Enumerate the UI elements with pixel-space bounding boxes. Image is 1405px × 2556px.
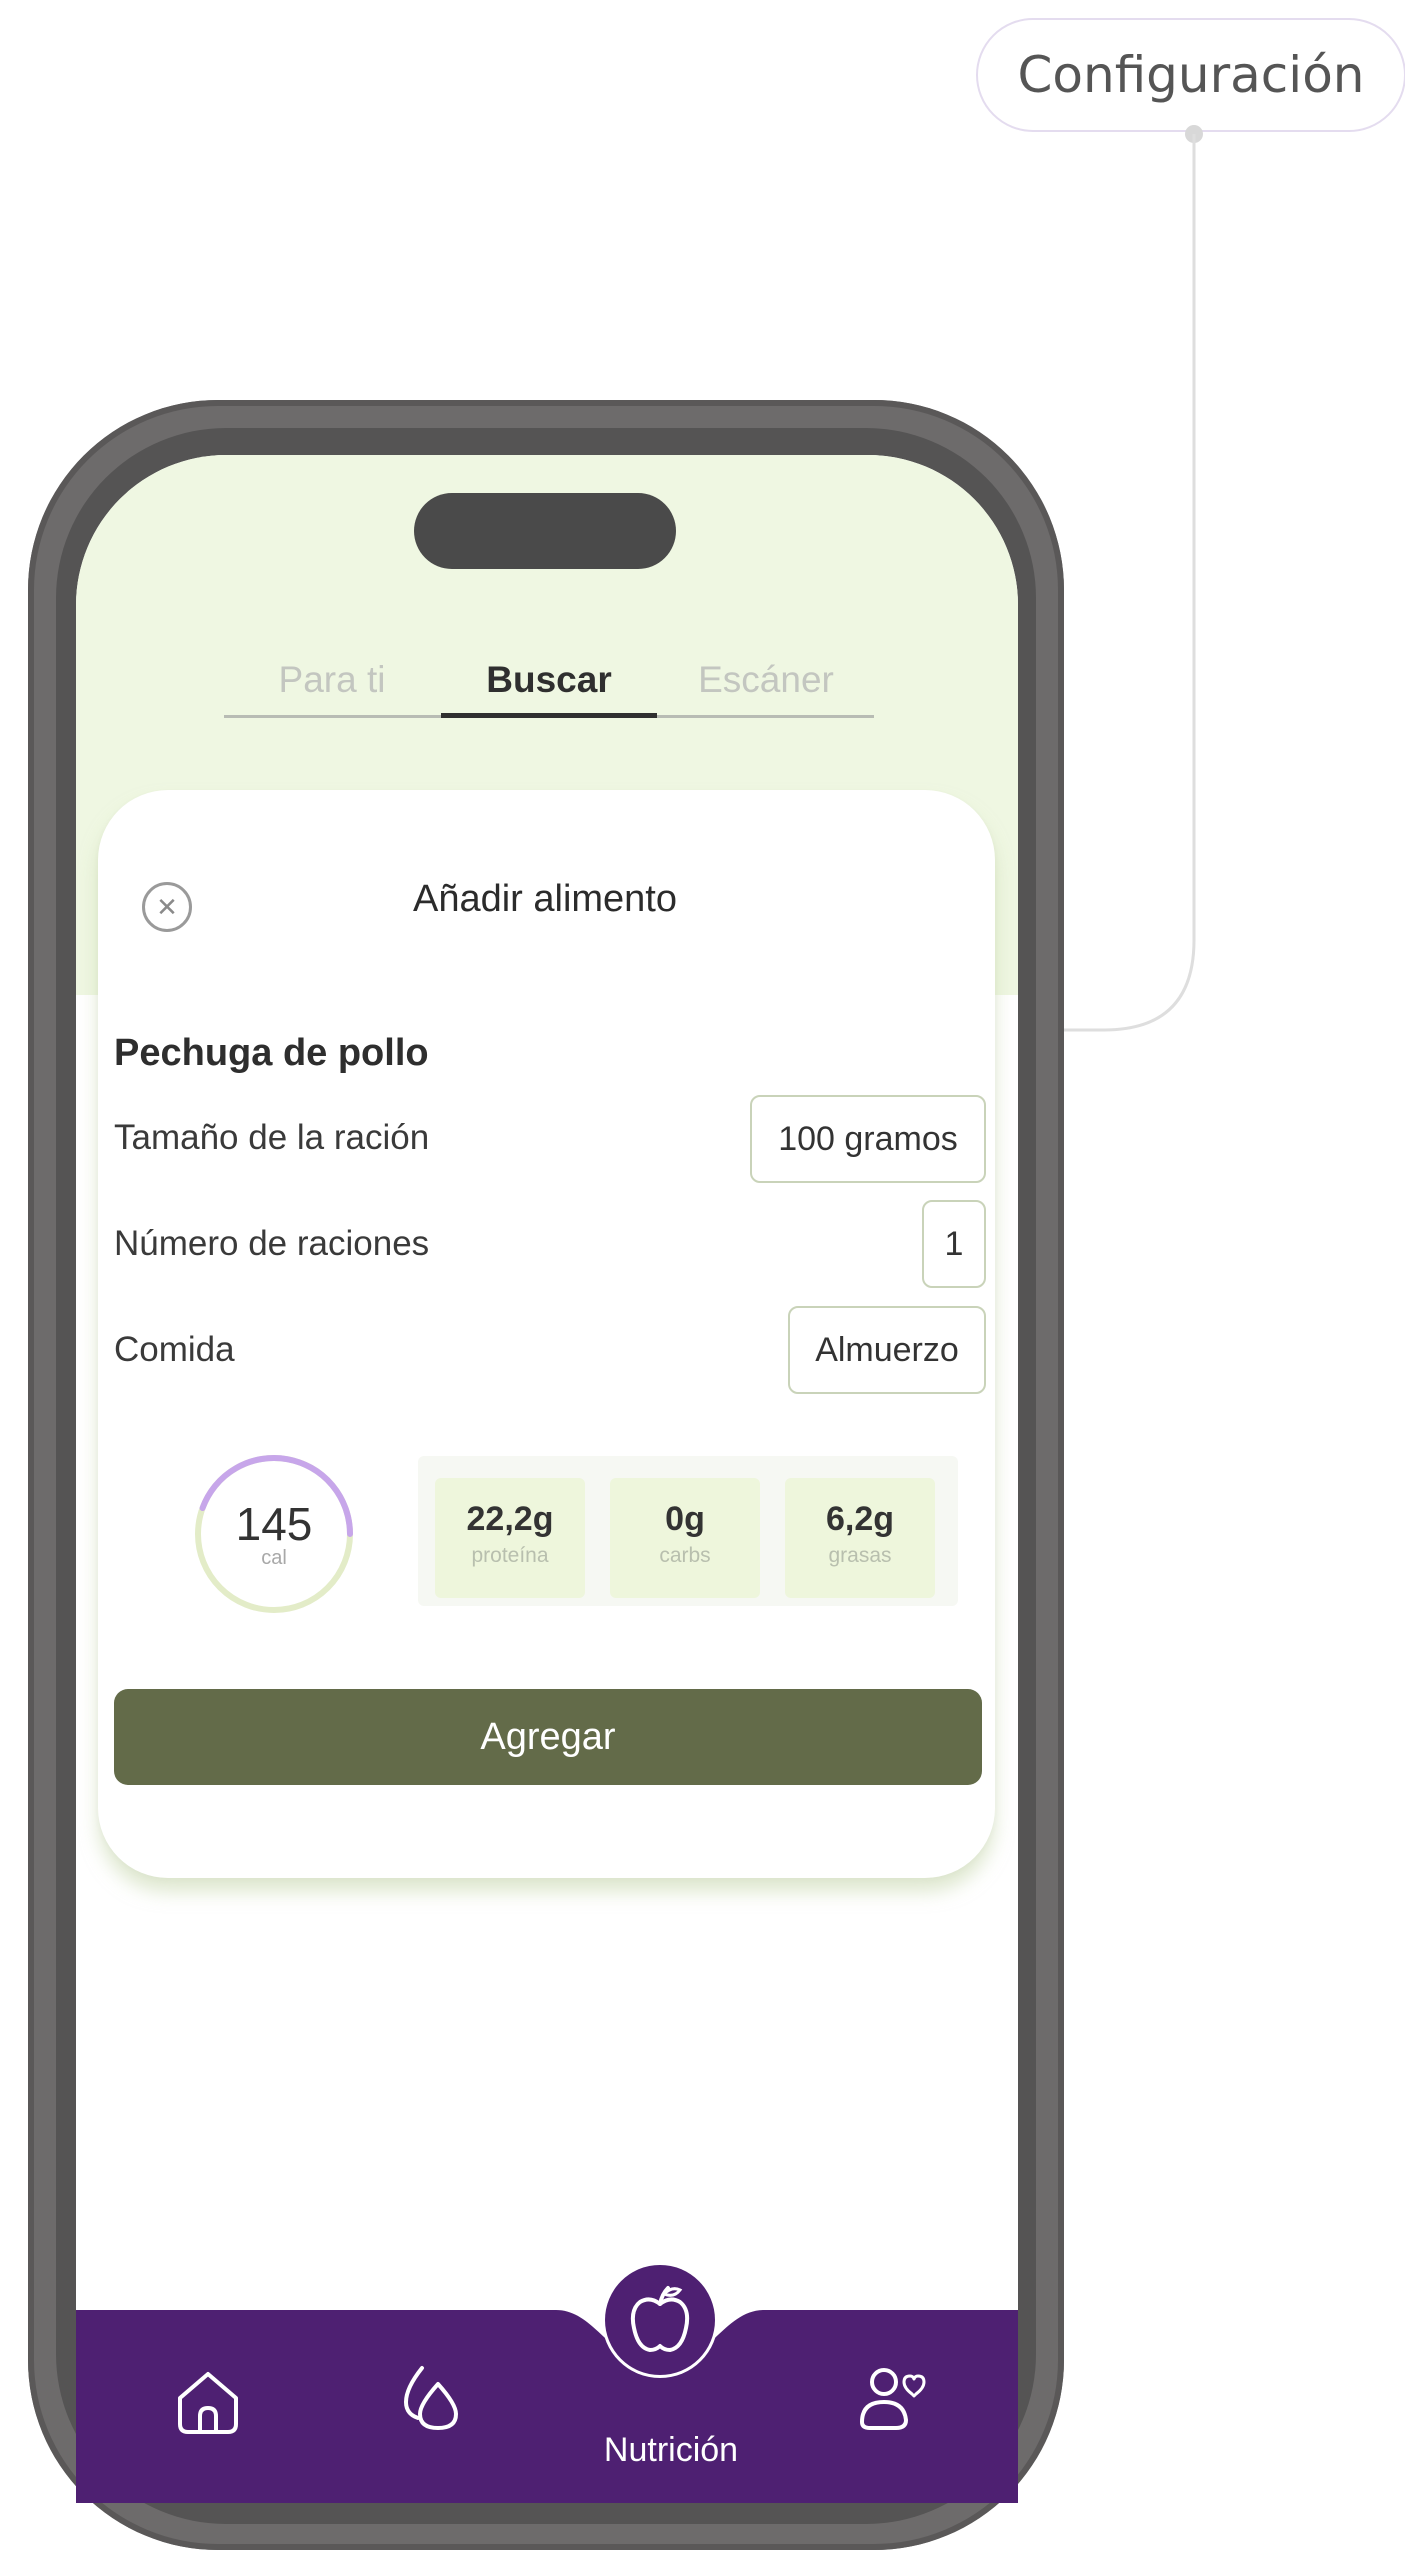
- apple-icon: [630, 2286, 690, 2352]
- configuration-annotation: Configuración: [976, 18, 1405, 132]
- macro-protein-label: proteína: [471, 1544, 549, 1567]
- tab-escaner[interactable]: Escáner: [658, 647, 874, 715]
- dialog-title: Añadir alimento: [412, 878, 678, 920]
- meal-select[interactable]: Almuerzo: [788, 1306, 986, 1394]
- tab-bar: Para ti Buscar Escáner: [224, 647, 874, 718]
- servings-value: 1: [944, 1224, 964, 1263]
- macro-fat-label: grasas: [828, 1544, 892, 1567]
- macro-carbs-value: 0g: [665, 1500, 705, 1538]
- tab-para-ti[interactable]: Para ti: [224, 647, 440, 715]
- macro-protein-value: 22,2g: [466, 1500, 554, 1538]
- servings-field[interactable]: 1: [922, 1200, 986, 1288]
- meal-label: Comida: [114, 1330, 235, 1369]
- serving-size-label: Tamaño de la ración: [114, 1118, 430, 1157]
- meal-value: Almuerzo: [815, 1330, 959, 1369]
- calories-value: 145: [235, 1498, 313, 1550]
- tab-buscar[interactable]: Buscar: [441, 647, 657, 715]
- macro-carbs: 0g carbs: [610, 1478, 760, 1598]
- serving-size-field[interactable]: 100 gramos: [750, 1095, 986, 1183]
- nav-label-nutricion[interactable]: Nutrición: [546, 2431, 796, 2470]
- bottom-nav: Nutrición: [76, 2265, 1018, 2503]
- tab-active-indicator: [441, 713, 657, 718]
- macro-carbs-label: carbs: [659, 1544, 711, 1567]
- annotation-label: Configuración: [1017, 46, 1365, 104]
- dynamic-island: [414, 493, 676, 569]
- macro-fat-value: 6,2g: [825, 1500, 895, 1538]
- serving-size-value: 100 gramos: [778, 1119, 958, 1158]
- water-drops-icon[interactable]: [392, 2358, 472, 2438]
- nutrition-fab[interactable]: [605, 2265, 715, 2375]
- profile-heart-icon[interactable]: [852, 2358, 932, 2438]
- add-button[interactable]: Agregar: [114, 1689, 982, 1785]
- food-name: Pechuga de pollo: [114, 1032, 429, 1074]
- calories-unit: cal: [261, 1547, 287, 1569]
- home-icon[interactable]: [168, 2362, 248, 2442]
- servings-label: Número de raciones: [114, 1224, 430, 1263]
- close-icon[interactable]: ✕: [142, 882, 192, 932]
- macro-fat: 6,2g grasas: [785, 1478, 935, 1598]
- macro-protein: 22,2g proteína: [435, 1478, 585, 1598]
